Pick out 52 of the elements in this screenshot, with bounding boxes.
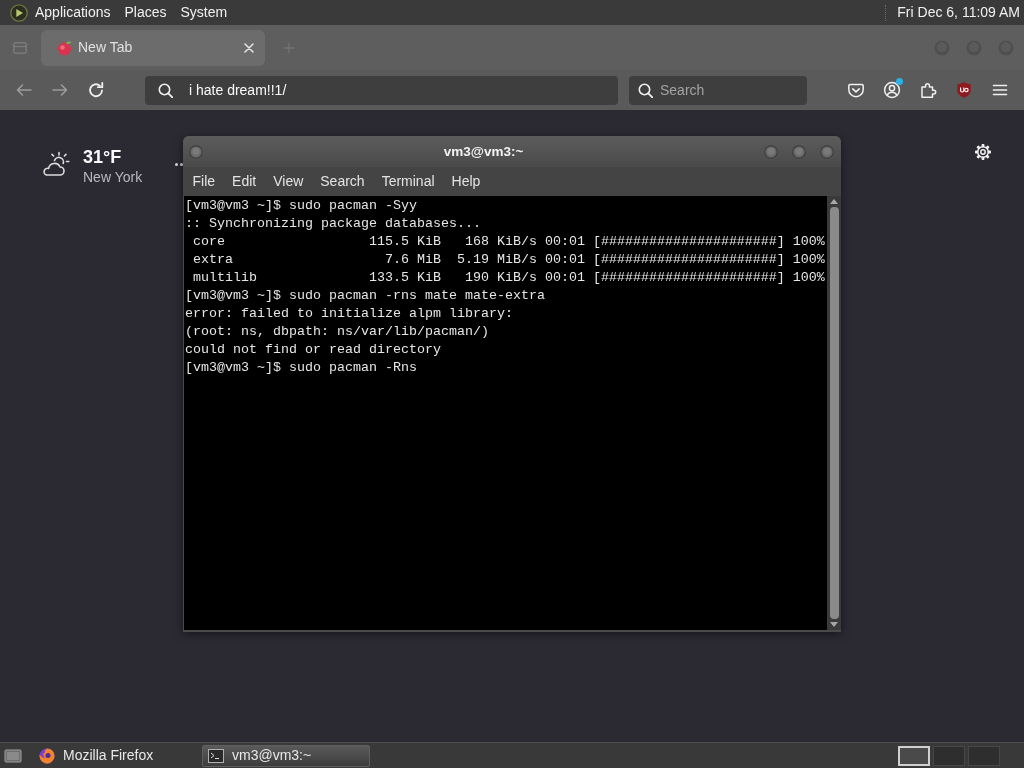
terminal-line: multilib 133.5 KiB 190 KiB/s 00:01 [######################] 100% — [192, 269, 826, 287]
browser-icon — [39, 747, 55, 764]
location-label: New York — [83, 168, 143, 186]
close-icon[interactable] — [244, 42, 254, 53]
terminal-line: extra 7.6 MiB 5.19 MiB/s 00:01 [######################] 100% — [192, 251, 826, 269]
terminal-line: :: Synchronizing package databases... — [185, 215, 482, 233]
search-icon — [158, 82, 173, 98]
dots-icon[interactable] — [175, 163, 183, 166]
terminal-line: (root: ns, dbpath: ns/var/lib/pacman/) — [185, 323, 490, 341]
scrollbar[interactable] — [827, 196, 841, 630]
window-control-icon[interactable] — [764, 144, 778, 159]
account-icon[interactable] — [883, 81, 901, 99]
chevron-tray-icon[interactable] — [847, 81, 865, 99]
scroll-down-icon[interactable] — [830, 622, 838, 627]
terminal-line: core 115.5 KiB 168 KiB/s 00:01 [######################] 100% — [192, 233, 826, 251]
address-field[interactable]: i hate dream!!1/ — [145, 75, 618, 105]
browser-tab[interactable]: New Tab — [41, 29, 265, 66]
terminal-icon — [208, 747, 224, 764]
menu-item[interactable]: Help — [443, 172, 489, 191]
terminal-line: [vm3@vm3 ~]$ sudo pacman -rns mate mate-extra — [185, 287, 546, 305]
taskbar-button[interactable]: Mozilla Firefox — [34, 744, 196, 767]
terminal-line: could not find or read directory — [185, 341, 442, 359]
puzzle-icon[interactable] — [919, 81, 937, 99]
taskbar-button[interactable]: vm3@vm3:~ — [202, 744, 370, 767]
panel-menu[interactable]: Applications — [28, 3, 118, 22]
window-title: vm3@vm3:~ — [443, 142, 524, 161]
window-control-icon[interactable] — [820, 144, 834, 159]
terminal-line: [vm3@vm3 ~]$ sudo pacman -Rns — [185, 359, 418, 377]
menu-item[interactable]: File — [184, 172, 224, 191]
menu-item[interactable]: Edit — [223, 172, 265, 191]
window-control-icon[interactable] — [792, 144, 806, 159]
menu-item[interactable]: Search — [311, 172, 374, 191]
desktop-icon[interactable] — [4, 747, 22, 764]
temperature: 31°F — [83, 146, 123, 168]
settings-icon[interactable] — [974, 143, 992, 161]
reload-icon[interactable] — [87, 81, 105, 99]
terminal-line: [vm3@vm3 ~]$ sudo pacman -Syy — [185, 197, 418, 215]
window-control-icon[interactable] — [189, 144, 203, 159]
panel-menu[interactable]: System — [173, 3, 235, 22]
search-field[interactable]: Search — [629, 75, 807, 105]
favicon-icon — [57, 39, 73, 56]
scrollbar-thumb[interactable] — [829, 207, 839, 619]
play-logo-icon[interactable] — [10, 3, 28, 22]
scroll-up-icon[interactable] — [830, 199, 838, 204]
shield-icon[interactable] — [955, 81, 973, 99]
panel-menu[interactable]: Places — [117, 3, 174, 22]
menu-item[interactable]: View — [264, 172, 312, 191]
terminal-line: error: failed to initialize alpm library: — [185, 305, 514, 323]
search-icon — [638, 82, 653, 98]
clock[interactable]: Fri Dec 6, 11:09 AM — [897, 3, 1020, 22]
menu-item[interactable]: Terminal — [373, 172, 444, 191]
cloud-sun-icon — [40, 150, 70, 177]
